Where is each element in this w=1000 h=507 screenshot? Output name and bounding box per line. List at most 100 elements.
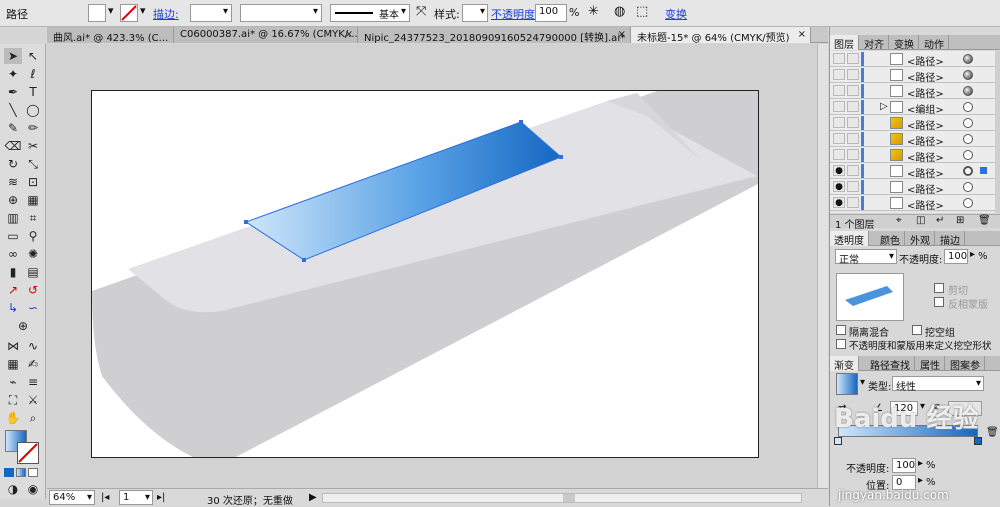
pencil-tool-icon[interactable]: ✏ (24, 120, 42, 136)
screen-mode-icon[interactable]: ◉ (24, 481, 42, 497)
artboard-tool-icon[interactable]: ⛶ (4, 392, 22, 408)
layer-row[interactable]: <路径> (830, 115, 995, 132)
lock-toggle[interactable] (847, 181, 859, 192)
brush-tool-icon[interactable]: ✍ (24, 356, 42, 372)
slice-tool-icon[interactable]: ⚔ (24, 392, 42, 408)
stroke-weight-field[interactable]: ▾ (190, 4, 232, 22)
new-layer-icon[interactable]: ⊞ (956, 215, 964, 226)
anchor-add-tool-icon[interactable]: ↗ (4, 282, 22, 298)
knockout-group-checkbox[interactable] (912, 325, 922, 335)
layer-row[interactable]: <路径> (830, 131, 995, 148)
symbol-sprayer-tool-icon[interactable]: ✺ (24, 246, 42, 262)
path-tool-icon[interactable]: ↳ (4, 300, 22, 316)
crosshair-tool-icon[interactable]: ⊕ (14, 318, 32, 334)
lock-toggle[interactable] (847, 117, 859, 128)
gradient-tool-icon[interactable]: ▭ (4, 228, 22, 244)
horizontal-scrollbar[interactable] (322, 493, 802, 503)
stroke-swatch[interactable] (120, 4, 138, 22)
blend-tool-icon[interactable]: ∞ (4, 246, 22, 262)
stroke-label[interactable]: 描边: (153, 6, 179, 22)
selection-tool-icon[interactable]: ➤ (4, 48, 22, 64)
layer-row[interactable]: <路径> (830, 67, 995, 84)
opacity-input[interactable]: 100 (535, 4, 567, 22)
tab-document-3[interactable]: Nipic_24377523_20180909160524790000 [转换]… (358, 27, 631, 43)
close-icon[interactable]: × (798, 29, 806, 40)
tab-attributes[interactable]: 属性 (916, 356, 945, 372)
none-mode-button[interactable] (28, 468, 38, 477)
gradient-type-select[interactable]: 线性 ▾ (892, 376, 984, 393)
scissors-tool-icon[interactable]: ✂ (24, 138, 42, 154)
lasso-tool-icon[interactable]: ℓ (24, 66, 42, 82)
delete-icon[interactable]: 🗑 (978, 215, 991, 226)
new-sublayer-icon[interactable]: ↵ (936, 215, 944, 226)
target-icon[interactable] (963, 118, 973, 128)
bar-chart-tool-icon[interactable]: ▤ (24, 264, 42, 280)
target-icon[interactable] (963, 86, 973, 96)
tab-document-active[interactable]: 未标题-15* @ 64% (CMYK/预览) × (631, 27, 811, 43)
tab-transparency[interactable]: 透明度 (830, 231, 869, 247)
status-menu-icon[interactable]: ▶ (309, 492, 317, 503)
lock-toggle[interactable] (847, 165, 859, 176)
envelope-tool-icon[interactable]: ⋈ (4, 338, 22, 354)
transform-link[interactable]: 变换 (665, 6, 687, 22)
blend-mode-select[interactable]: 正常 ▾ (835, 249, 897, 266)
hand-tool-icon[interactable]: ✋ (4, 410, 22, 426)
target-icon[interactable] (963, 134, 973, 144)
direct-selection-tool-icon[interactable]: ↖ (24, 48, 42, 64)
target-icon[interactable] (963, 70, 973, 80)
clipping-mask-icon[interactable]: ◫ (916, 215, 925, 226)
target-icon[interactable] (963, 198, 973, 208)
scale-tool-icon[interactable]: ⤡ (24, 156, 42, 172)
visibility-toggle[interactable]: ● (833, 165, 845, 176)
anchor-convert-tool-icon[interactable]: ↺ (24, 282, 42, 298)
layer-row[interactable]: ▷ <编组> (830, 99, 995, 116)
artboard[interactable] (91, 90, 759, 458)
visibility-toggle[interactable]: ● (833, 181, 845, 192)
recolor-icon[interactable]: ✳ (588, 4, 599, 19)
stroke-color-box[interactable] (17, 442, 39, 464)
wave-tool-icon[interactable]: ∿ (24, 338, 42, 354)
tab-stroke[interactable]: 描边 (936, 231, 965, 247)
scroll-thumb[interactable] (563, 494, 575, 502)
target-icon[interactable] (963, 54, 973, 64)
layer-row[interactable]: <路径> (830, 51, 995, 68)
lock-toggle[interactable] (847, 197, 859, 208)
expand-arrow-icon[interactable]: ▷ (880, 101, 888, 112)
chevron-down-icon[interactable]: ▾ (108, 4, 114, 17)
list-tool-icon[interactable]: ≡ (24, 374, 42, 390)
target-icon[interactable] (963, 150, 973, 160)
vertical-scrollbar[interactable] (817, 44, 828, 488)
line-tool-icon[interactable]: ╲ (4, 102, 22, 118)
lock-toggle[interactable] (847, 133, 859, 144)
chevron-right-icon[interactable]: ▸ (970, 249, 975, 260)
graphic-style-select[interactable]: ▾ (462, 4, 488, 22)
visibility-toggle[interactable] (833, 149, 845, 160)
eraser-tool-icon[interactable]: ⌫ (4, 138, 22, 154)
target-icon[interactable] (963, 182, 973, 192)
paintbrush-tool-icon[interactable]: ✎ (4, 120, 22, 136)
zoom-select[interactable]: 64% ▾ (49, 490, 95, 505)
tab-appearance[interactable]: 外观 (906, 231, 935, 247)
locate-object-icon[interactable]: ⌖ (896, 215, 902, 226)
align-icon[interactable]: ⬚ (636, 4, 648, 19)
tab-pattern[interactable]: 图案参 (946, 356, 985, 372)
visibility-toggle[interactable] (833, 101, 845, 112)
tab-document-2[interactable]: C06000387.ai* @ 16.67% (CMYK/... × (174, 27, 358, 43)
eyedropper-tool-icon[interactable]: ⚲ (24, 228, 42, 244)
layer-row[interactable]: <路径> (830, 83, 995, 100)
visibility-toggle[interactable] (833, 85, 845, 96)
curve-tool-icon[interactable]: ∽ (24, 300, 42, 316)
draw-normal-icon[interactable]: ◑ (4, 481, 22, 497)
pen-tool-icon[interactable]: ✒ (4, 84, 22, 100)
gradient-preview-swatch[interactable] (836, 373, 858, 395)
visibility-toggle[interactable] (833, 69, 845, 80)
globe-icon[interactable]: ◍ (614, 4, 625, 19)
grid-tool-icon[interactable]: ▦ (4, 356, 22, 372)
zoom-tool-icon[interactable]: ⌕ (24, 410, 42, 426)
layer-row[interactable]: ● <路径> (830, 179, 995, 196)
visibility-toggle[interactable] (833, 133, 845, 144)
lock-toggle[interactable] (847, 85, 859, 96)
layers-scrollbar[interactable] (995, 51, 1000, 213)
visibility-toggle[interactable] (833, 117, 845, 128)
target-icon[interactable] (963, 166, 973, 176)
